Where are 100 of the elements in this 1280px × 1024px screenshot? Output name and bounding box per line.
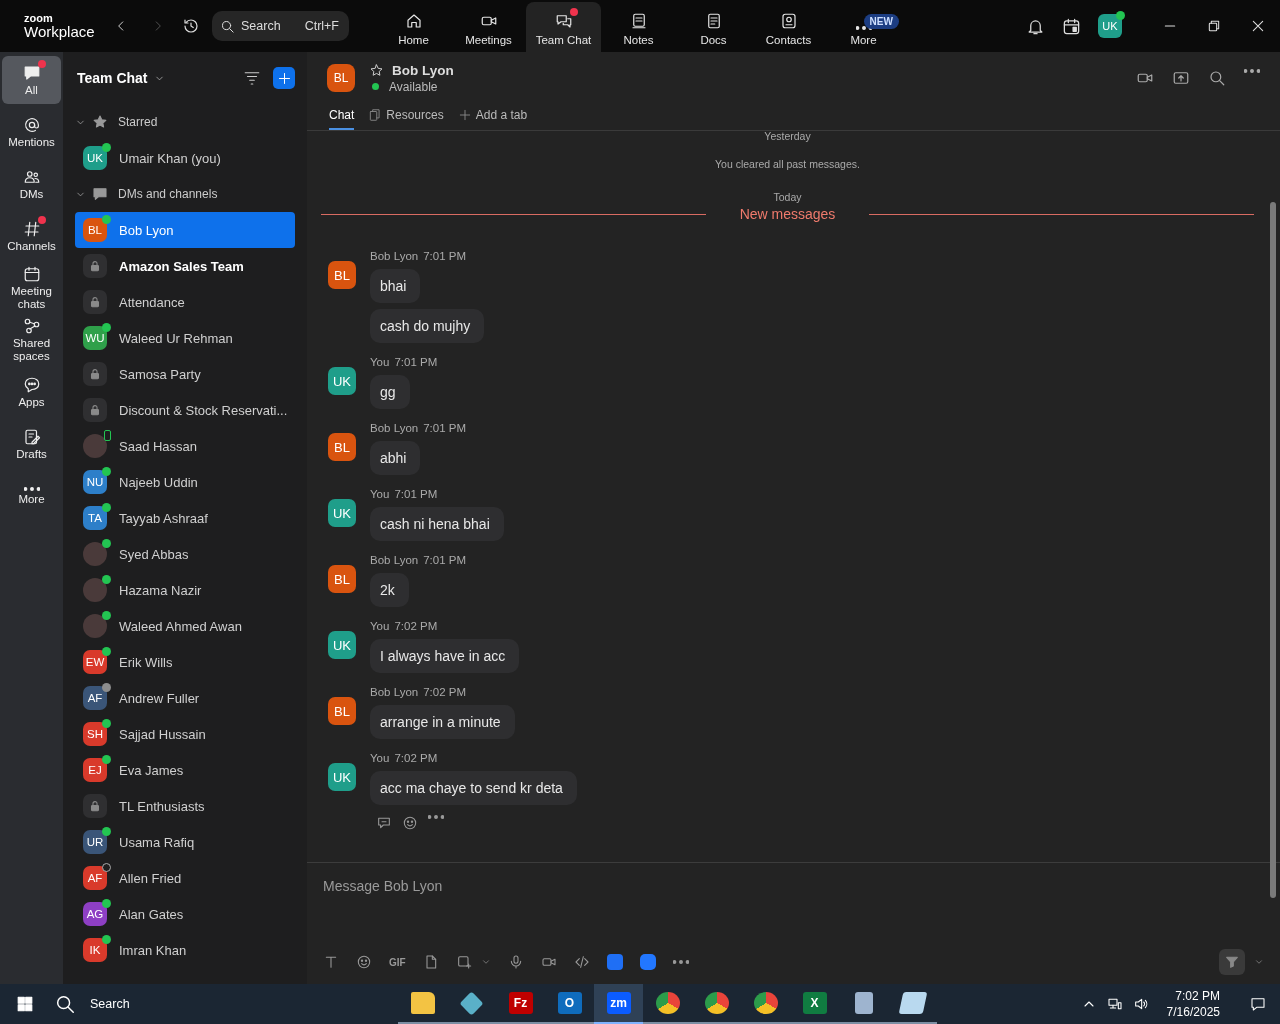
chat-list-item[interactable]: AG Alan Gates [75,896,295,932]
chat-list-item[interactable]: Saad Hassan [75,428,295,464]
more-icon[interactable] [672,960,689,964]
chat-list-item[interactable]: WU Waleed Ur Rehman [75,320,295,356]
close-icon[interactable] [1250,18,1266,34]
sidebar-title[interactable]: Team Chat [77,70,165,86]
chat-bubble-icon [22,63,41,82]
rail-item[interactable]: Drafts [2,420,61,468]
send-button[interactable] [1219,949,1245,975]
rail-item[interactable]: All [2,56,61,104]
screenshot-icon[interactable] [455,954,472,970]
caret-icon[interactable] [480,957,491,967]
filter-icon[interactable] [243,69,261,87]
section-header[interactable]: Starred [75,104,295,140]
network-icon[interactable] [1106,996,1123,1012]
restore-icon[interactable] [1206,18,1222,34]
chat-list-item[interactable]: UK Umair Khan (you) [75,140,295,176]
contact-name: Umair Khan (you) [119,150,221,166]
app-logo: X [802,992,827,1014]
chat-list-item[interactable]: Syed Abbas [75,536,295,572]
nav-tab[interactable]: Contacts [751,2,826,52]
search-icon[interactable] [1208,69,1226,87]
avatar: BL [328,433,356,461]
new-chat-button[interactable] [273,67,295,89]
nav-tab[interactable]: Meetings [451,2,526,52]
app-icon[interactable] [606,954,623,970]
rail-item[interactable]: DMs [2,160,61,208]
chat-list-item[interactable]: AF Allen Fried [75,860,295,896]
contact-name: Discount & Stock Reservati... [119,402,288,418]
chat-tab[interactable]: Add a tab [457,104,528,130]
chat-list-item[interactable]: Amazon Sales Team [75,248,295,284]
nav-tab[interactable]: Home [376,2,451,52]
photo-placeholder [83,578,107,602]
history-icon[interactable] [182,17,200,35]
rail-item[interactable]: Mentions [2,108,61,156]
chat-bubbles-icon [554,12,573,30]
chat-list-item[interactable]: TL Enthusiasts [75,788,295,824]
chat-list-item[interactable]: Waleed Ahmed Awan [75,608,295,644]
chat-list-item[interactable]: Discount & Stock Reservati... [75,392,295,428]
hash-icon [22,219,41,238]
contact-name: Waleed Ahmed Awan [119,618,242,634]
chat-list-item[interactable]: AF Andrew Fuller [75,680,295,716]
section-header[interactable]: DMs and channels [75,176,295,212]
pencil-note-icon [22,427,41,446]
chat-list-item[interactable]: Hazama Nazir [75,572,295,608]
rail-item[interactable]: Meeting chats [2,264,61,312]
avatar: IK [83,938,107,962]
sender-name: You [370,488,390,502]
scrollbar[interactable] [1270,202,1276,898]
reply-icon[interactable] [376,815,392,831]
app-icon[interactable] [639,954,656,970]
sender-name: You [370,752,390,766]
chat-list-item[interactable]: NU Najeeb Uddin [75,464,295,500]
message-input-field[interactable]: Message Bob Lyon [323,873,1264,948]
speaker-icon[interactable] [1132,996,1149,1012]
nav-tab[interactable]: Docs [676,2,751,52]
contact-name: Waleed Ur Rehman [119,330,233,346]
status-text: Available [389,79,438,94]
nav-tab[interactable]: Notes [601,2,676,52]
calendar-icon[interactable] [1062,16,1081,36]
star-icon[interactable] [369,62,384,78]
share-screen-icon[interactable] [1172,69,1190,87]
code-icon[interactable] [573,954,590,970]
chat-list-item[interactable]: SH Sajjad Hussain [75,716,295,752]
chat-tab[interactable]: Chat [329,104,355,130]
caret-icon[interactable] [1254,957,1264,967]
emoji-icon[interactable] [356,954,372,970]
message-bubble: gg [370,375,410,409]
nav-tab[interactable]: NEW More [826,2,901,52]
chat-list-item[interactable]: EJ Eva James [75,752,295,788]
timestamp: 7:01 PM [423,250,466,264]
search-field[interactable]: Search Ctrl+F [212,11,349,41]
chat-list-item[interactable]: TA Tayyab Ashraaf [75,500,295,536]
nav-tab[interactable]: Team Chat [526,2,601,52]
rail-item[interactable]: Shared spaces [2,316,61,364]
rail-item[interactable]: Apps [2,368,61,416]
photo-placeholder [83,434,107,458]
taskbar-app[interactable]: X [790,984,839,1024]
more-icon[interactable] [1244,69,1260,73]
chat-list-item[interactable]: IK Imran Khan [75,932,295,968]
lock-icon [83,398,107,422]
chat-list-item[interactable]: BL Bob Lyon [75,212,295,248]
photo-placeholder [83,542,107,566]
avatar: NU [83,470,107,494]
notifications-icon[interactable] [1250,996,1266,1012]
text-format-icon[interactable] [323,954,339,970]
chat-list-item[interactable]: Samosa Party [75,356,295,392]
windows-start-icon[interactable] [16,995,34,1013]
rail-item[interactable]: More [2,472,61,520]
rail-item[interactable]: Channels [2,212,61,260]
taskbar-app[interactable]: Fz [496,984,545,1024]
more-icon[interactable] [428,815,444,819]
gif-button[interactable]: GIF [389,956,406,968]
taskbar-app[interactable]: zm [594,984,643,1024]
taskbar-search[interactable]: Search [54,993,344,1015]
emoji-icon[interactable] [402,815,418,831]
chat-tab[interactable]: Resources [368,104,444,130]
chat-list-item[interactable]: Attendance [75,284,295,320]
chat-list-item[interactable]: EW Erik Wills [75,644,295,680]
chat-list-item[interactable]: UR Usama Rafiq [75,824,295,860]
